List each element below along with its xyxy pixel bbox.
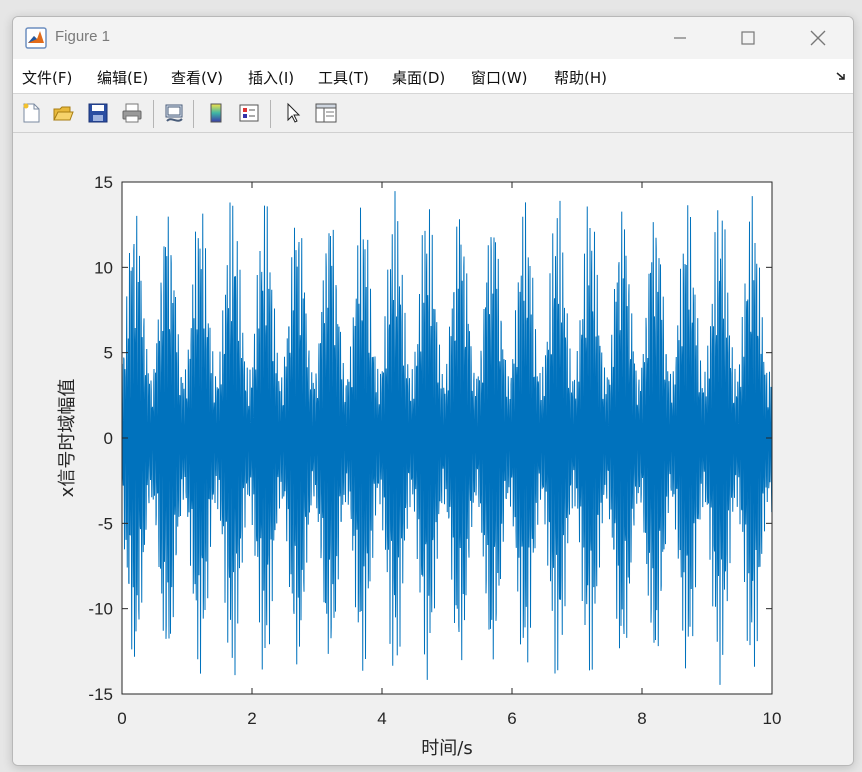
y-tick-label: -5 — [98, 514, 113, 533]
y-tick-label: 0 — [104, 429, 113, 448]
toolbar-separator — [153, 100, 154, 128]
legend-icon — [239, 104, 259, 122]
x-tick-label: 8 — [637, 709, 646, 728]
title-bar: Figure 1 — [13, 17, 853, 59]
new-figure-button[interactable] — [18, 100, 44, 126]
menu-bar: 文件(F) 编辑(E) 查看(V) 插入(I) 工具(T) 桌面(D) 窗口(W… — [13, 59, 853, 94]
toolbar-separator — [193, 100, 194, 128]
open-file-icon — [53, 106, 74, 121]
maximize-icon — [741, 31, 755, 45]
new-figure-icon — [23, 103, 40, 123]
colorbar-button[interactable] — [203, 100, 229, 126]
minimize-button[interactable] — [645, 17, 715, 59]
menu-insert[interactable]: 插入(I) — [248, 67, 294, 88]
save-icon — [88, 103, 108, 123]
open-file-button[interactable] — [50, 100, 76, 126]
property-inspector-icon — [315, 103, 337, 123]
y-axis-label: x信号时域幅值 — [57, 379, 78, 498]
matlab-logo-icon — [25, 27, 47, 49]
menu-tools[interactable]: 工具(T) — [318, 67, 369, 88]
x-tick-label: 6 — [507, 709, 516, 728]
menu-view[interactable]: 查看(V) — [171, 67, 223, 88]
edit-plot-arrow-icon — [287, 102, 301, 123]
figure-window: Figure 1 文件(F) 编辑(E) 查看(V) 插入(I) 工具(T) 桌… — [12, 16, 854, 766]
close-button[interactable] — [783, 17, 853, 59]
toolbar — [13, 94, 853, 133]
print-button[interactable] — [119, 100, 145, 126]
menu-desktop[interactable]: 桌面(D) — [392, 67, 445, 88]
y-tick-label: 15 — [94, 173, 113, 192]
menu-help[interactable]: 帮助(H) — [554, 67, 607, 88]
menu-edit[interactable]: 编辑(E) — [97, 67, 148, 88]
print-icon — [122, 103, 142, 123]
x-axis-label: 时间/s — [421, 738, 472, 759]
y-tick-label: -10 — [88, 600, 113, 619]
close-icon — [810, 30, 826, 46]
link-plot-icon — [165, 104, 183, 122]
minimize-icon — [674, 37, 686, 39]
x-tick-label: 2 — [247, 709, 256, 728]
x-tick-label: 10 — [763, 709, 782, 728]
y-tick-label: -15 — [88, 685, 113, 704]
figure-canvas: 0 2 4 6 8 10 -15 -10 -5 0 5 10 15 时间/s x信号时域幅值 — [13, 133, 853, 765]
x-tick-label: 0 — [117, 709, 126, 728]
property-inspector-button[interactable] — [313, 100, 339, 126]
legend-button[interactable] — [236, 100, 262, 126]
menu-window[interactable]: 窗口(W) — [471, 67, 528, 88]
x-tick-label: 4 — [377, 709, 386, 728]
line-chart: 0 2 4 6 8 10 -15 -10 -5 0 5 10 15 时间/s x信号时域幅值 — [57, 173, 782, 759]
edit-plot-button[interactable] — [280, 100, 306, 126]
dock-arrow-icon[interactable] — [835, 70, 847, 82]
save-button[interactable] — [85, 100, 111, 126]
link-plot-button[interactable] — [161, 100, 187, 126]
colorbar-icon — [210, 103, 222, 123]
maximize-button[interactable] — [713, 17, 783, 59]
window-title: Figure 1 — [55, 28, 111, 45]
y-tick-label: 5 — [104, 344, 113, 363]
y-tick-label: 10 — [94, 258, 113, 277]
toolbar-separator — [270, 100, 271, 128]
menu-file[interactable]: 文件(F) — [22, 67, 72, 88]
